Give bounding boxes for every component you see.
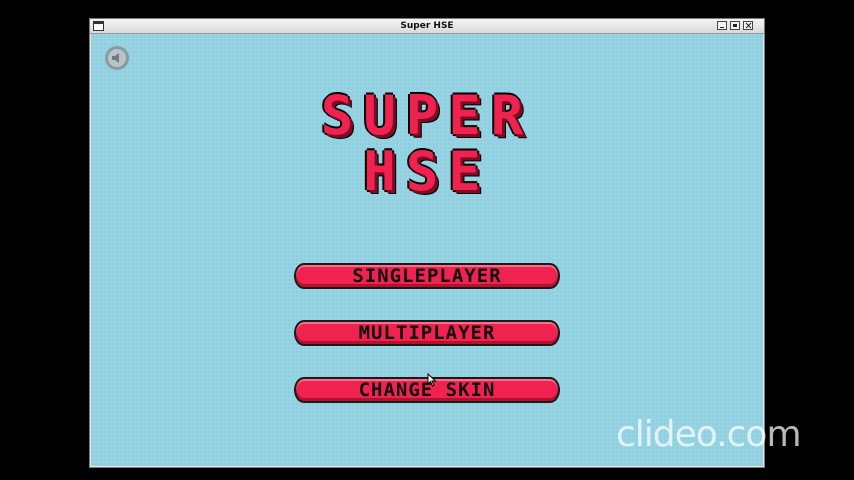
watermark-text: clideo.com bbox=[616, 414, 802, 455]
game-canvas: SUPER HSE SINGLEPLAYER MULTIPLAYER CHANG… bbox=[91, 34, 763, 466]
sound-toggle-button[interactable] bbox=[105, 46, 129, 70]
speaker-mute-icon bbox=[112, 53, 119, 63]
game-title-line1: SUPER bbox=[320, 84, 534, 147]
game-title-line2: HSE bbox=[363, 140, 491, 203]
singleplayer-button[interactable]: SINGLEPLAYER bbox=[294, 263, 560, 289]
minimize-button[interactable] bbox=[717, 21, 727, 30]
window-title: Super HSE bbox=[400, 21, 454, 31]
mouse-cursor-icon bbox=[427, 373, 437, 387]
window-titlebar[interactable]: Super HSE bbox=[90, 19, 764, 34]
app-window: Super HSE SUPER HSE SINGLEPLAYER MULTIPL… bbox=[89, 18, 765, 468]
close-button[interactable] bbox=[743, 21, 753, 30]
maximize-button[interactable] bbox=[730, 21, 740, 30]
multiplayer-button[interactable]: MULTIPLAYER bbox=[294, 320, 560, 346]
